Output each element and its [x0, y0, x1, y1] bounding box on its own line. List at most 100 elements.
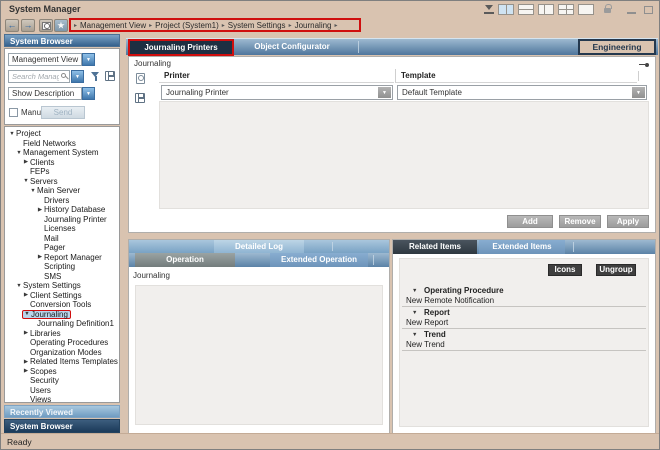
tab-extended-operation[interactable]: Extended Operation [270, 253, 368, 267]
tree-collapsed-icon[interactable]: ▶ [36, 254, 44, 260]
favorites-button[interactable]: ★ [54, 19, 68, 32]
tree-item-clients[interactable]: ▶Clients [5, 158, 119, 168]
tree-item-related-items-templates[interactable]: ▶Related Items Templates [5, 357, 119, 367]
description-selector[interactable]: Show Description [8, 87, 82, 100]
tree-item-scopes[interactable]: ▶Scopes [5, 367, 119, 377]
tree-item-scripting[interactable]: Scripting [5, 262, 119, 272]
recently-viewed-bar[interactable]: Recently Viewed [4, 405, 120, 418]
layout-rows-icon[interactable] [518, 4, 534, 15]
tree-expanded-icon[interactable]: ▼ [22, 178, 30, 184]
apply-button[interactable]: Apply [607, 215, 649, 228]
tree-item-conversion-tools[interactable]: Conversion Tools [5, 300, 119, 310]
filter-funnel-icon[interactable] [91, 72, 101, 83]
group-collapse-arrow-icon[interactable]: ▼ [412, 310, 424, 316]
tab-extended-items[interactable]: Extended Items [479, 240, 565, 254]
tree-item-journaling[interactable]: ▼Journaling [5, 310, 119, 320]
printer-select-arrow-icon[interactable]: ▼ [378, 87, 391, 98]
related-item[interactable]: New Remote Notification [402, 296, 646, 307]
pin-icon[interactable] [639, 62, 649, 67]
tree-expanded-icon[interactable]: ▼ [23, 311, 31, 317]
tree-collapsed-icon[interactable]: ▶ [36, 207, 44, 213]
tree-item-history-database[interactable]: ▶History Database [5, 205, 119, 215]
related-group-header[interactable]: ▼Report [402, 307, 646, 318]
description-selector-arrow-icon[interactable]: ▼ [82, 87, 95, 100]
tree-item-views[interactable]: Views [5, 395, 119, 403]
forward-button[interactable]: → [21, 19, 35, 32]
breadcrumb-separator-icon: ▸ [289, 22, 292, 29]
tree-item-operating-procedures[interactable]: Operating Procedures [5, 338, 119, 348]
tree-collapsed-icon[interactable]: ▶ [22, 330, 30, 336]
tree-item-libraries[interactable]: ▶Libraries [5, 329, 119, 339]
printer-select[interactable]: Journaling Printer ▼ [161, 85, 393, 100]
tree-item-security[interactable]: Security [5, 376, 119, 386]
tree-item-mail[interactable]: Mail [5, 234, 119, 244]
ungroup-button[interactable]: Ungroup [596, 264, 636, 276]
icons-button[interactable]: Icons [548, 264, 582, 276]
layout-grid-icon[interactable] [558, 4, 574, 15]
tab-related-items[interactable]: Related Items [393, 240, 477, 254]
maximize-button[interactable] [644, 6, 653, 14]
search-dropdown-arrow-icon[interactable]: ▼ [71, 70, 84, 83]
tree-expanded-icon[interactable]: ▼ [15, 283, 23, 289]
tree-item-sms[interactable]: SMS [5, 272, 119, 282]
template-select[interactable]: Default Template ▼ [397, 85, 647, 100]
tree-expanded-icon[interactable]: ▼ [29, 188, 37, 194]
tree-item-organization-modes[interactable]: Organization Modes [5, 348, 119, 358]
tree-item-project[interactable]: ▼Project [5, 129, 119, 139]
tree-expanded-icon[interactable]: ▼ [15, 150, 23, 156]
tree-collapsed-icon[interactable]: ▶ [22, 368, 30, 374]
history-button[interactable] [39, 19, 53, 32]
tab-operation[interactable]: Operation [135, 253, 235, 267]
tree-item-management-system[interactable]: ▼Management System [5, 148, 119, 158]
template-select-arrow-icon[interactable]: ▼ [632, 87, 645, 98]
tab-object-configurator[interactable]: Object Configurator [238, 39, 346, 56]
breadcrumb-item[interactable]: Journaling [295, 21, 332, 30]
back-button[interactable]: ← [5, 19, 19, 32]
view-selector[interactable]: Management View [8, 53, 82, 66]
tab-detailed-log[interactable]: Detailed Log [214, 240, 304, 253]
minimize-button[interactable] [627, 12, 636, 14]
save-filter-icon[interactable] [105, 71, 115, 81]
layout-single-icon[interactable] [578, 4, 594, 15]
group-collapse-arrow-icon[interactable]: ▼ [412, 288, 424, 294]
manual-checkbox[interactable] [9, 108, 18, 117]
breadcrumb-item[interactable]: Project (System1) [155, 21, 219, 30]
page-icon[interactable] [136, 73, 145, 84]
tree-item-system-settings[interactable]: ▼System Settings [5, 281, 119, 291]
save-icon[interactable] [135, 93, 145, 103]
tree-item-pager[interactable]: Pager [5, 243, 119, 253]
tree-collapsed-icon[interactable]: ▶ [22, 292, 30, 298]
related-group-header[interactable]: ▼Trend [402, 329, 646, 340]
tab-journaling-printers[interactable]: Journaling Printers [128, 39, 234, 56]
tree-item-drivers[interactable]: Drivers [5, 196, 119, 206]
tree-item-journaling-definition1[interactable]: Journaling Definition1 [5, 319, 119, 329]
tree-item-journaling-printer[interactable]: Journaling Printer [5, 215, 119, 225]
detailed-log-separator [332, 242, 333, 251]
layout-columns-icon[interactable] [498, 4, 514, 15]
tree-item-main-server[interactable]: ▼Main Server [5, 186, 119, 196]
related-group-header[interactable]: ▼Operating Procedure [402, 285, 646, 296]
tree-expanded-icon[interactable]: ▼ [8, 131, 16, 137]
related-item[interactable]: New Report [402, 318, 646, 329]
group-collapse-arrow-icon[interactable]: ▼ [412, 332, 424, 338]
tree-item-field-networks[interactable]: Field Networks [5, 139, 119, 149]
tree-collapsed-icon[interactable]: ▶ [22, 359, 30, 365]
breadcrumb-item[interactable]: Management View [80, 21, 146, 30]
breadcrumb-item[interactable]: System Settings [228, 21, 286, 30]
layout-left-pane-icon[interactable] [538, 4, 554, 15]
tree-item-report-manager[interactable]: ▶Report Manager [5, 253, 119, 263]
view-selector-arrow-icon[interactable]: ▼ [82, 53, 95, 66]
engineering-mode-button[interactable]: Engineering [578, 39, 656, 55]
tree-item-licenses[interactable]: Licenses [5, 224, 119, 234]
add-button[interactable]: Add [507, 215, 553, 228]
remove-button[interactable]: Remove [559, 215, 601, 228]
tree-item-client-settings[interactable]: ▶Client Settings [5, 291, 119, 301]
related-item[interactable]: New Trend [402, 340, 646, 351]
collapse-panel-icon[interactable] [484, 5, 494, 14]
send-button[interactable]: Send [41, 106, 85, 119]
system-browser-bar[interactable]: System Browser [4, 419, 120, 433]
tree-item-servers[interactable]: ▼Servers [5, 177, 119, 187]
tree-item-users[interactable]: Users [5, 386, 119, 396]
tree-collapsed-icon[interactable]: ▶ [22, 159, 30, 165]
tree-item-feps[interactable]: FEPs [5, 167, 119, 177]
